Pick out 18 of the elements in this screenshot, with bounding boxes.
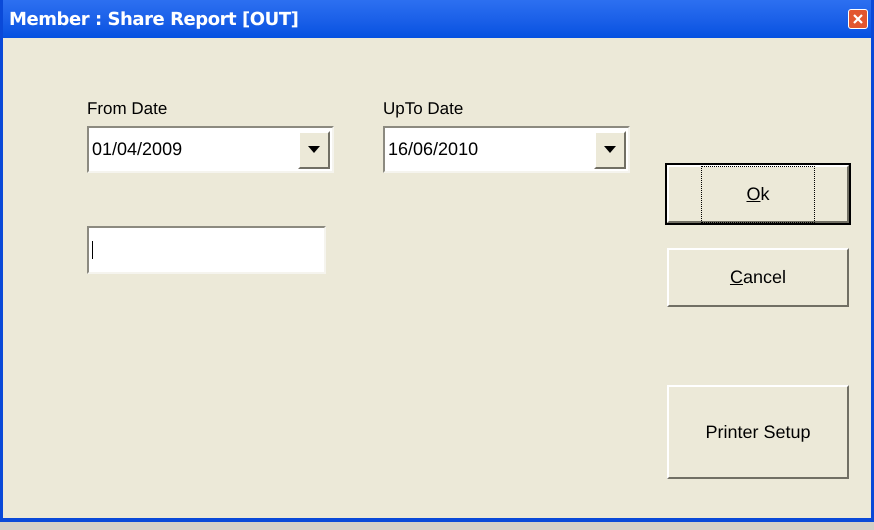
dialog-button[interactable]: Printer Setup — [667, 385, 849, 479]
dropdown-button[interactable] — [594, 130, 626, 168]
caret-icon — [604, 146, 616, 153]
date-field[interactable]: 01/04/2009 — [87, 126, 334, 173]
dropdown-button[interactable] — [298, 130, 330, 168]
caret-icon — [308, 146, 320, 153]
close-button[interactable] — [848, 9, 868, 29]
field-label: From Date — [87, 98, 168, 120]
dialog-button[interactable]: Ok — [667, 165, 849, 223]
date-field[interactable]: 16/06/2010 — [383, 126, 630, 173]
date-value: 01/04/2009 — [92, 138, 182, 161]
field-label: UpTo Date — [383, 98, 464, 120]
dialog-button[interactable]: Cancel — [667, 248, 849, 307]
text-cursor — [92, 241, 93, 259]
close-icon — [853, 14, 863, 24]
text-field[interactable] — [87, 226, 326, 274]
window-title: Member : Share Report [OUT] — [9, 8, 298, 32]
date-value: 16/06/2010 — [388, 138, 478, 161]
